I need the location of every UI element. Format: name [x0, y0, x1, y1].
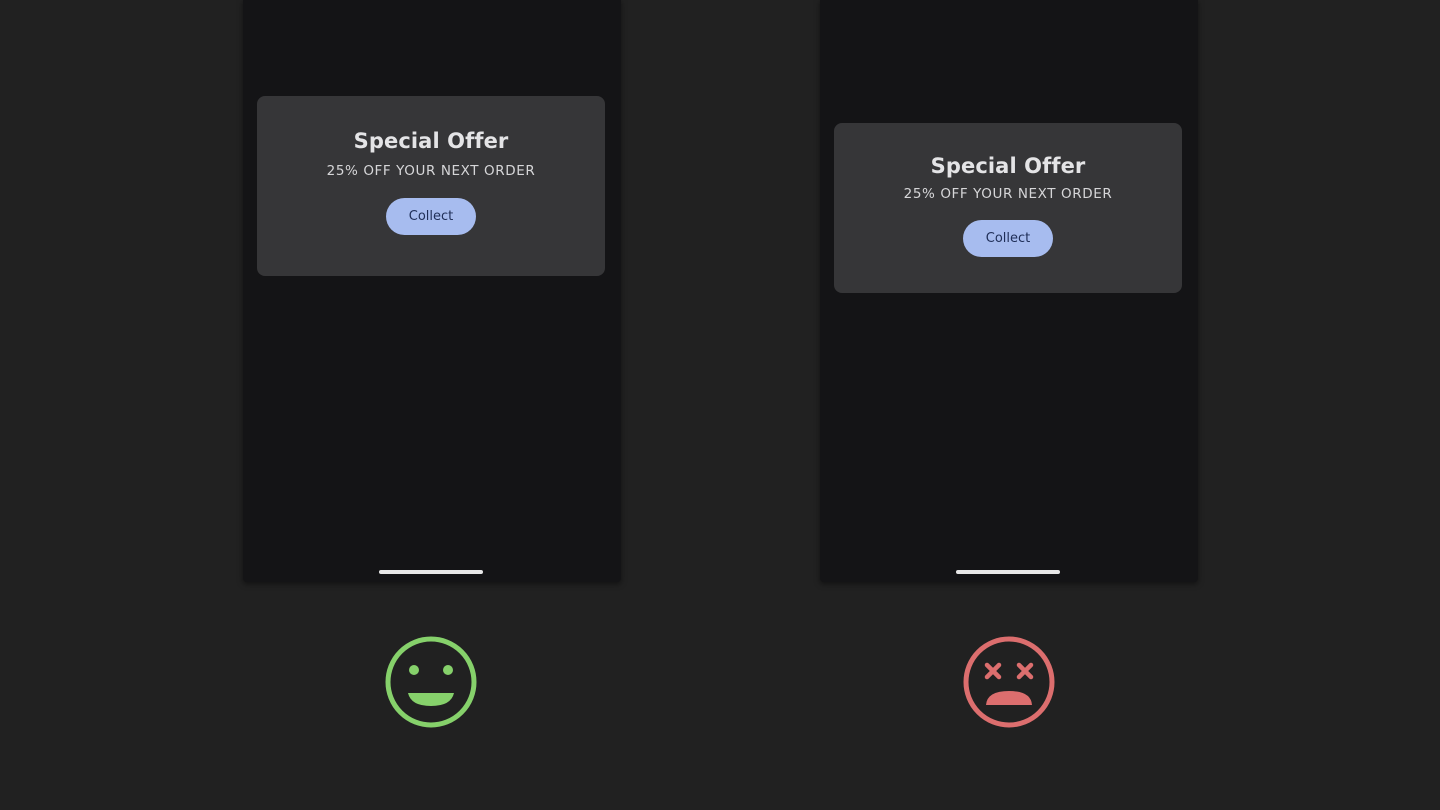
collect-button[interactable]: Collect [386, 198, 476, 235]
offer-subtitle: 25% OFF YOUR NEXT ORDER [903, 186, 1113, 202]
phone-screen-good-example: Special Offer 25% OFF YOUR NEXT ORDER Co… [243, 0, 621, 582]
offer-title: Special Offer [353, 129, 509, 153]
home-indicator[interactable] [379, 570, 483, 574]
comparison-stage: Special Offer 25% OFF YOUR NEXT ORDER Co… [0, 0, 1440, 810]
offer-subtitle: 25% OFF YOUR NEXT ORDER [326, 163, 536, 179]
special-offer-card: Special Offer 25% OFF YOUR NEXT ORDER Co… [834, 123, 1182, 293]
dizzy-sad-face-icon [963, 636, 1055, 728]
special-offer-card: Special Offer 25% OFF YOUR NEXT ORDER Co… [257, 96, 605, 276]
happy-face-icon [385, 636, 477, 728]
collect-button[interactable]: Collect [963, 220, 1053, 257]
phone-screen-bad-example: Special Offer 25% OFF YOUR NEXT ORDER Co… [820, 0, 1198, 582]
offer-title: Special Offer [930, 154, 1086, 178]
home-indicator[interactable] [956, 570, 1060, 574]
